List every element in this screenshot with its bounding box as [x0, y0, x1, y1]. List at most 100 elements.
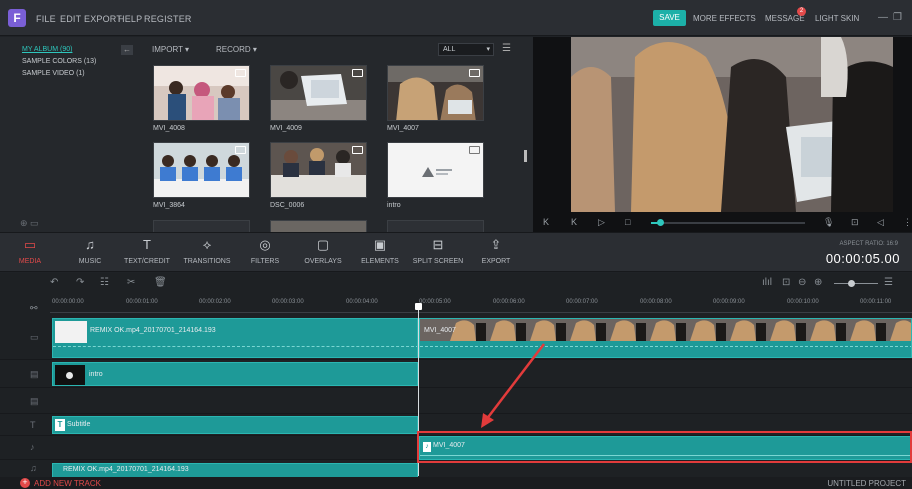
menu-export[interactable]: EXPORT	[84, 14, 122, 24]
overlay-track: ▤	[0, 388, 912, 414]
timeline: ↶ ↷ ☷ ✂ 🗑 ılıl ⊡ ⊖ ⊕ ☰ ⚯ 00:00:00:00 00:…	[0, 273, 912, 477]
zoom-handle[interactable]	[848, 280, 855, 287]
preview-frame	[571, 37, 893, 212]
cut-icon[interactable]: ✂	[127, 277, 135, 288]
audio-clip[interactable]: ♪ MVI_4007	[419, 436, 912, 460]
light-skin-link[interactable]: LIGHT SKIN	[815, 14, 859, 23]
ruler-tick: 00:00:02:00	[199, 299, 231, 305]
media-thumb[interactable]	[153, 142, 250, 198]
media-thumb[interactable]	[153, 65, 250, 121]
album-add-icon[interactable]: ⊕ ▭	[20, 218, 39, 229]
media-filter-select[interactable]: ALL ▾	[438, 43, 494, 56]
record-dropdown[interactable]: RECORD ▾	[216, 45, 257, 54]
video-clip[interactable]: MVI_4007	[419, 318, 912, 358]
feature-toolbar: ▭ MEDIA ♫ MUSIC T TEXT/CREDIT ⟡ TRANSITI…	[0, 232, 912, 272]
playhead[interactable]	[418, 306, 419, 476]
split-screen-icon: ⊟	[432, 237, 444, 252]
prev-frame-icon[interactable]: K	[543, 217, 549, 227]
add-track-icon[interactable]: +	[20, 478, 30, 488]
next-frame-icon[interactable]: K	[571, 217, 577, 227]
tab-split-screen[interactable]: ⊟ SPLIT SCREEN	[410, 237, 466, 265]
pip-track: ▤ intro	[0, 360, 912, 388]
clip-filmstrip	[420, 319, 911, 341]
tab-filters[interactable]: ◎ FILTERS	[245, 237, 285, 265]
stop-icon[interactable]: □	[625, 217, 630, 227]
video-clip[interactable]: REMIX OK.mp4_20170701_214164.193	[52, 318, 418, 358]
overlay-track-icon: ▤	[30, 396, 39, 406]
preview-progress[interactable]	[651, 219, 805, 226]
clip-divider	[420, 346, 911, 347]
media-scrollbar[interactable]	[524, 150, 527, 162]
playhead-handle[interactable]	[415, 303, 422, 310]
tab-transitions[interactable]: ⟡ TRANSITIONS	[180, 237, 234, 265]
clip-divider	[53, 346, 417, 347]
media-thumb[interactable]	[153, 220, 250, 232]
volume-icon[interactable]: ◁	[877, 217, 884, 228]
adjust-icon[interactable]: ☷	[100, 277, 109, 288]
clip-label: REMIX OK.mp4_20170701_214164.193	[90, 327, 216, 334]
menu-edit[interactable]: EDIT	[60, 14, 81, 24]
preview-panel: K K ▷ □ 🎙 ⊡ ◁ ⋮	[533, 37, 912, 232]
thumb-label: intro	[387, 202, 401, 209]
ruler-tick: 00:00:07:00	[566, 299, 598, 305]
save-button[interactable]: SAVE	[653, 10, 686, 26]
media-thumb[interactable]	[270, 142, 367, 198]
project-name: UNTITLED PROJECT	[827, 479, 906, 488]
audio-track-icon: ♪	[30, 442, 35, 452]
album-item-sample-colors[interactable]: SAMPLE COLORS (13)	[22, 58, 96, 65]
media-thumb[interactable]	[387, 220, 484, 232]
menu-file[interactable]: FILE	[36, 14, 56, 24]
audio-mixer-icon[interactable]: ılıl	[762, 277, 772, 288]
tab-text-credit[interactable]: T TEXT/CREDIT	[121, 237, 173, 265]
album-item-my-album[interactable]: MY ALBUM (90)	[22, 46, 72, 53]
timecode-display: 00:00:05.00	[825, 251, 900, 266]
add-track-button[interactable]: ADD NEW TRACK	[34, 479, 101, 488]
text-track-icon: T	[30, 420, 36, 430]
collapse-album-icon[interactable]: ←	[121, 45, 133, 55]
tab-elements[interactable]: ▣ ELEMENTS	[357, 237, 403, 265]
more-effects-link[interactable]: MORE EFFECTS	[693, 14, 756, 23]
music-clip[interactable]: REMIX OK.mp4_20170701_214164.193	[52, 463, 418, 477]
ruler-tick: 00:00:10:00	[787, 299, 819, 305]
menu-register[interactable]: REGISTER	[144, 14, 192, 24]
list-view-icon[interactable]: ☰	[502, 43, 511, 54]
tab-export[interactable]: ⇪ EXPORT	[476, 237, 516, 265]
zoom-out-icon[interactable]: ⊖	[798, 277, 806, 288]
minimize-icon[interactable]: —	[878, 12, 888, 23]
media-thumb[interactable]	[270, 65, 367, 121]
progress-handle[interactable]	[657, 219, 664, 226]
media-thumb[interactable]	[270, 220, 367, 232]
redo-icon[interactable]: ↷	[76, 277, 84, 288]
import-dropdown[interactable]: IMPORT ▾	[152, 45, 189, 54]
delete-icon[interactable]: 🗑	[154, 277, 167, 288]
thumb-label: MVI_4008	[153, 125, 185, 132]
media-thumb[interactable]	[387, 65, 484, 121]
microphone-icon[interactable]: 🎙	[823, 217, 834, 228]
fit-icon[interactable]: ⊡	[782, 277, 790, 288]
link-icon[interactable]: ⚯	[30, 303, 38, 314]
album-item-sample-video[interactable]: SAMPLE VIDEO (1)	[22, 70, 85, 77]
fullscreen-icon[interactable]: ⋮	[903, 217, 912, 228]
ruler-tick: 00:00:08:00	[640, 299, 672, 305]
media-thumb[interactable]	[387, 142, 484, 198]
play-icon[interactable]: ▷	[598, 217, 605, 228]
maximize-icon[interactable]: ❐	[893, 12, 902, 23]
text-clip[interactable]: T Subtitle	[52, 416, 418, 434]
aspect-ratio-label: ASPECT RATIO: 16:9	[839, 241, 898, 247]
menu-help[interactable]: HELP	[118, 14, 142, 24]
tab-music[interactable]: ♫ MUSIC	[70, 237, 110, 265]
audio-track: ♪ ♪ MVI_4007	[0, 436, 912, 460]
ruler-tick: 00:00:03:00	[272, 299, 304, 305]
undo-icon[interactable]: ↶	[50, 277, 58, 288]
snapshot-icon[interactable]: ⊡	[851, 217, 859, 228]
zoom-in-icon[interactable]: ⊕	[814, 277, 822, 288]
transition-icon: ⟡	[202, 237, 212, 252]
pip-clip[interactable]: intro	[52, 362, 418, 386]
tab-media[interactable]: ▭ MEDIA	[10, 237, 50, 265]
track-list-icon[interactable]: ☰	[884, 277, 893, 288]
music-track-icon: ♫	[30, 463, 37, 473]
thumb-label: DSC_0006	[270, 202, 305, 209]
zoom-slider[interactable]	[834, 280, 878, 287]
tab-overlays[interactable]: ▢ OVERLAYS	[300, 237, 346, 265]
clip-label: MVI_4007	[433, 442, 465, 449]
